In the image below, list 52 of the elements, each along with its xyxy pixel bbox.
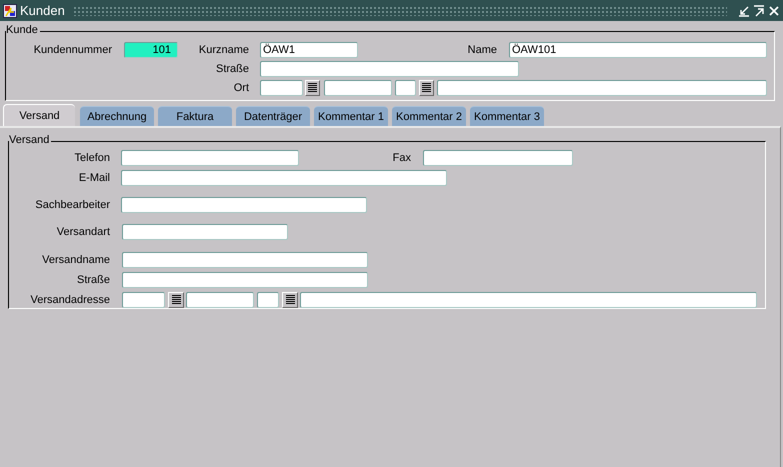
tab[interactable]: Faktura	[158, 106, 232, 126]
customer-number-field[interactable]: 101	[124, 42, 178, 58]
field-label: E-Mail	[78, 172, 110, 184]
maximize-icon[interactable]	[753, 4, 765, 16]
list-button[interactable]	[282, 292, 298, 308]
list-icon	[172, 295, 180, 304]
field-label: Versandadresse	[30, 294, 110, 306]
field-label: Fax	[392, 152, 411, 164]
field-label: Telefon	[74, 152, 110, 164]
input-field[interactable]	[423, 150, 573, 166]
input-field[interactable]	[121, 196, 367, 212]
input-field[interactable]	[260, 60, 519, 76]
list-button[interactable]	[168, 292, 184, 308]
tab[interactable]: Datenträger	[236, 106, 310, 126]
field-label: Kurzname	[198, 44, 249, 56]
field-label: Versandname	[41, 254, 110, 266]
list-button[interactable]	[419, 80, 434, 96]
minimize-icon[interactable]	[738, 4, 750, 16]
input-field[interactable]	[324, 80, 392, 96]
list-button[interactable]	[305, 80, 320, 96]
field-label: Straße	[76, 274, 110, 286]
tab[interactable]: Versand	[3, 104, 75, 126]
input-field[interactable]	[122, 272, 368, 288]
field-label: Name	[466, 44, 497, 56]
field-label: Sachbearbeiter	[34, 198, 110, 210]
tab[interactable]: Kommentar 3	[470, 106, 544, 126]
tab[interactable]: Kommentar 1	[314, 106, 388, 126]
list-icon	[308, 83, 317, 92]
input-field[interactable]	[300, 292, 757, 308]
close-icon[interactable]	[768, 4, 780, 16]
field-label: Ort	[232, 82, 249, 94]
input-field[interactable]	[121, 170, 447, 186]
list-icon	[286, 295, 294, 304]
field-label: Versandart	[56, 226, 110, 238]
input-field[interactable]	[437, 80, 767, 96]
input-field[interactable]	[122, 252, 368, 268]
tab[interactable]: Abrechnung	[80, 106, 154, 126]
window-title: Kunden	[20, 3, 65, 18]
input-field[interactable]: ÖAW1	[260, 42, 358, 58]
input-field[interactable]	[186, 292, 254, 308]
input-field[interactable]	[260, 80, 303, 96]
field-label: Kundennummer	[32, 44, 112, 56]
app-icon	[3, 4, 17, 18]
input-field[interactable]	[122, 224, 288, 240]
field-label: Straße	[214, 62, 249, 74]
input-field[interactable]	[395, 80, 416, 96]
input-field[interactable]: ÖAW101	[509, 42, 767, 58]
input-field[interactable]	[122, 292, 165, 308]
input-field[interactable]	[121, 150, 299, 166]
list-icon	[422, 83, 431, 92]
input-field[interactable]	[257, 292, 279, 308]
tab[interactable]: Kommentar 2	[392, 106, 466, 126]
